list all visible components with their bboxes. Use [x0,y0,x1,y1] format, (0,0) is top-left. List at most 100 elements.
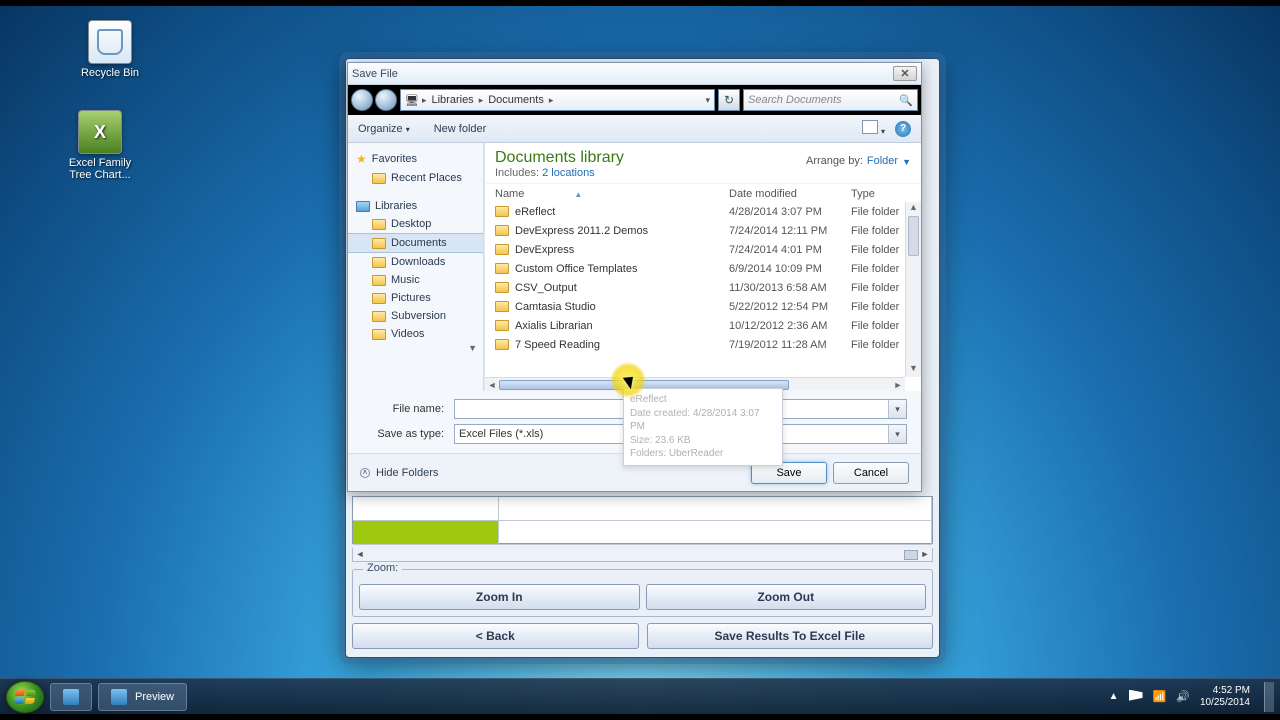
folder-icon [495,244,509,255]
address-bar: 🖥▸ Libraries▸ Documents▸ ▾ ↻ Search Docu… [348,85,921,115]
taskbar[interactable]: Preview ▲ 📶 🔊 4:52 PM 10/25/2014 [0,678,1280,714]
folder-icon [495,263,509,274]
recycle-bin-icon [88,20,132,64]
clock[interactable]: 4:52 PM 10/25/2014 [1200,685,1250,708]
help-button[interactable]: ? [895,121,911,137]
volume-icon[interactable]: 🔊 [1176,690,1190,703]
file-type: File folder [851,282,911,294]
file-row[interactable]: Custom Office Templates6/9/2014 10:09 PM… [485,259,921,278]
file-name: CSV_Output [515,282,729,294]
folder-icon [495,339,509,350]
taskbar-item-preview[interactable]: Preview [98,683,187,711]
arrange-by-value[interactable]: Folder [867,155,898,167]
file-type: File folder [851,320,911,332]
col-date[interactable]: Date modified [729,188,851,200]
tooltip-size: Size: 23.6 KB [630,434,776,448]
nav-scroll-down[interactable]: ▼ [348,343,483,353]
cursor-highlight [610,362,646,398]
tooltip-folders: Folders: UberReader [630,447,776,461]
filename-dropdown-icon[interactable]: ▾ [888,400,906,418]
filename-label: File name: [362,403,454,415]
nav-recent-places[interactable]: Recent Places [348,169,483,187]
file-row[interactable]: eReflect4/28/2014 3:07 PMFile folder [485,202,921,221]
zoom-in-button[interactable]: Zoom In [359,584,640,610]
search-input[interactable]: Search Documents 🔍 [743,89,918,111]
breadcrumb-libraries[interactable]: Libraries [430,94,476,106]
folder-tooltip: eReflect Date created: 4/28/2014 3:07 PM… [623,388,783,466]
file-date: 11/30/2013 6:58 AM [729,282,851,294]
action-center-icon[interactable] [1129,690,1143,704]
folder-icon [495,225,509,236]
file-vscroll[interactable]: ▲▼ [905,202,921,377]
save-results-button[interactable]: Save Results To Excel File [647,623,934,649]
organize-menu[interactable]: Organize ▾ [358,123,410,135]
arrange-by-label: Arrange by: [806,155,863,167]
search-icon: 🔍 [899,94,913,107]
file-name: eReflect [515,206,729,218]
new-folder-button[interactable]: New folder [434,123,487,135]
breadcrumb-documents[interactable]: Documents [486,94,546,106]
tray-overflow-icon[interactable]: ▲ [1109,691,1119,702]
breadcrumb[interactable]: 🖥▸ Libraries▸ Documents▸ ▾ [400,89,715,111]
system-tray[interactable]: ▲ 📶 🔊 4:52 PM 10/25/2014 [1109,682,1274,712]
file-row[interactable]: DevExpress 2011.2 Demos7/24/2014 12:11 P… [485,221,921,240]
close-button[interactable]: ✕ [893,66,917,81]
col-name[interactable]: Name [495,188,524,200]
nav-pictures[interactable]: Pictures [348,289,483,307]
recycle-bin[interactable]: Recycle Bin [70,20,150,79]
file-row[interactable]: Axialis Librarian10/12/2012 2:36 AMFile … [485,316,921,335]
nav-downloads[interactable]: Downloads [348,253,483,271]
nav-music[interactable]: Music [348,271,483,289]
zoom-group: Zoom: Zoom In Zoom Out [352,569,933,617]
dialog-titlebar[interactable]: Save File ✕ [348,63,921,85]
dialog-title: Save File [352,68,398,80]
file-list-pane: Documents library Includes: 2 locations … [484,143,921,391]
nav-forward-button[interactable] [375,89,397,111]
cancel-button[interactable]: Cancel [833,462,909,484]
show-desktop-button[interactable] [1264,682,1274,712]
savetype-label: Save as type: [362,428,454,440]
start-button[interactable] [6,681,44,713]
nav-subversion[interactable]: Subversion [348,307,483,325]
column-headers[interactable]: Name▲ Date modified Type [485,183,921,202]
file-date: 7/24/2014 12:11 PM [729,225,851,237]
file-type: File folder [851,206,911,218]
taskbar-item-media[interactable] [50,683,92,711]
taskbar-preview-label: Preview [135,691,174,703]
media-player-icon [63,689,79,705]
libraries-header[interactable]: Libraries [348,197,483,215]
favorites-header[interactable]: ★Favorites [348,149,483,169]
tooltip-name: eReflect [630,393,776,407]
refresh-button[interactable]: ↻ [718,89,740,111]
file-name: DevExpress [515,244,729,256]
folder-icon [495,301,509,312]
zoom-out-button[interactable]: Zoom Out [646,584,927,610]
file-row[interactable]: CSV_Output11/30/2013 6:58 AMFile folder [485,278,921,297]
libraries-icon [356,201,370,212]
file-name: 7 Speed Reading [515,339,729,351]
file-row[interactable]: Camtasia Studio5/22/2012 12:54 PMFile fo… [485,297,921,316]
savetype-dropdown-icon[interactable]: ▾ [888,425,906,443]
file-row[interactable]: DevExpress7/24/2014 4:01 PMFile folder [485,240,921,259]
dialog-toolbar: Organize ▾ New folder ▾ ? [348,115,921,143]
excel-family-tree-shortcut[interactable]: Excel Family Tree Chart... [60,110,140,181]
grid-hscroll[interactable]: ◄► [352,548,933,562]
back-button[interactable]: < Back [352,623,639,649]
excel-app-label: Excel Family Tree Chart... [60,157,140,181]
clock-date: 10/25/2014 [1200,697,1250,709]
nav-back-button[interactable] [351,89,373,111]
breadcrumb-dropdown-icon[interactable]: ▾ [705,95,710,106]
col-type[interactable]: Type [851,188,911,200]
hide-folders-button[interactable]: ˄ Hide Folders [360,467,438,479]
file-type: File folder [851,263,911,275]
nav-videos[interactable]: Videos [348,325,483,343]
file-type: File folder [851,339,911,351]
includes-link[interactable]: 2 locations [542,167,595,179]
nav-documents[interactable]: Documents [348,233,483,253]
arrange-by-dropdown-icon[interactable]: ▼ [902,157,911,167]
file-row[interactable]: 7 Speed Reading7/19/2012 11:28 AMFile fo… [485,335,921,354]
view-menu[interactable]: ▾ [862,120,885,137]
nav-desktop[interactable]: Desktop [348,215,483,233]
network-icon[interactable]: 📶 [1153,690,1167,703]
file-type: File folder [851,244,911,256]
